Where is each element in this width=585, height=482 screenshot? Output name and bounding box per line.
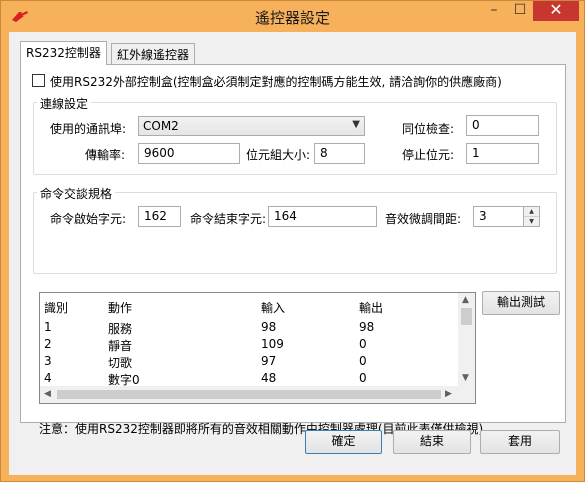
scrollbar-corner [458,386,475,403]
table-cell[interactable]: 97 [261,354,276,368]
spin-down-icon[interactable]: ▼ [524,217,539,227]
table-cell[interactable]: 1 [44,320,52,334]
baud-input[interactable]: 9600 [138,143,240,164]
table-cell[interactable]: 0 [359,354,367,368]
command-table[interactable]: 識別 動作 輸入 輸出 1 服務 98 98 2 靜音 109 0 3 切歌 9… [39,292,476,404]
table-vertical-scrollbar[interactable]: ▲ ▼ [458,293,475,386]
table-cell[interactable]: 98 [261,320,276,334]
databits-label: 位元組大小: [246,148,311,162]
scroll-left-icon[interactable]: ◀ [44,389,51,399]
baud-label: 傳輸率: [85,148,126,162]
external-box-label: 使用RS232外部控制盒(控制盒必須制定對應的控制碼方能生效, 請洽詢你的供應廠… [50,75,502,89]
port-label: 使用的通訊埠: [50,122,127,136]
ok-button[interactable]: 確定 [305,430,382,454]
close-button[interactable]: 結束 [393,430,471,454]
table-cell[interactable]: 2 [44,337,52,351]
delay-spinbox[interactable]: 3 ▲ ▼ [473,206,540,227]
table-cell[interactable]: 109 [261,337,284,351]
vertical-scroll-thumb[interactable] [461,308,472,325]
parity-input[interactable]: 0 [466,115,539,136]
databits-input[interactable]: 8 [314,143,365,164]
table-cell[interactable]: 靜音 [108,337,132,354]
rs232-tab-panel: 使用RS232外部控制盒(控制盒必須制定對應的控制碼方能生效, 請洽詢你的供應廠… [20,64,566,436]
tab-rs232[interactable]: RS232控制器 [20,41,107,65]
column-header-id[interactable]: 識別 [44,299,68,316]
table-cell[interactable]: 48 [261,371,276,385]
table-cell[interactable]: 3 [44,354,52,368]
table-cell[interactable]: 服務 [108,320,132,337]
column-header-input[interactable]: 輸入 [261,299,285,316]
protocol-group-title: 命令交談規格 [37,185,116,202]
external-box-checkbox[interactable] [32,74,45,87]
connection-group-title: 連線設定 [37,95,92,112]
tab-infrared[interactable]: 紅外線遙控器 [111,43,196,64]
start-char-label: 命令啟始字元: [50,212,127,226]
table-cell[interactable]: 0 [359,337,367,351]
delay-spin-buttons[interactable]: ▲ ▼ [523,207,539,226]
protocol-group [33,192,557,274]
column-header-output[interactable]: 輸出 [359,299,383,316]
table-cell[interactable]: 0 [359,371,367,385]
port-select[interactable]: COM2 ▼ [138,116,365,136]
connection-group [33,102,557,175]
table-horizontal-scrollbar[interactable]: ◀ ▶ [40,386,475,403]
table-cell[interactable]: 98 [359,320,374,334]
parity-label: 同位檢查: [402,122,455,136]
dialog-window: 遙控器設定 – ☐ ✕ RS232控制器 紅外線遙控器 使用RS232外部控制盒… [0,0,585,482]
end-char-label: 命令結束字元: [190,212,267,226]
close-window-button[interactable]: ✕ [533,1,579,21]
stopbits-input[interactable]: 1 [466,143,539,164]
minimize-button[interactable]: – [481,1,507,21]
delay-value: 3 [479,209,487,223]
port-select-value: COM2 [143,119,179,133]
chevron-down-icon: ▼ [352,119,360,130]
column-header-action[interactable]: 動作 [108,299,132,316]
table-cell[interactable]: 切歌 [108,354,132,371]
horizontal-scroll-thumb[interactable] [57,390,441,399]
spin-up-icon[interactable]: ▲ [524,207,539,217]
end-char-input[interactable]: 164 [268,206,377,227]
stopbits-label: 停止位元: [402,148,455,162]
apply-button[interactable]: 套用 [480,430,560,454]
table-cell[interactable]: 4 [44,371,52,385]
scroll-right-icon[interactable]: ▶ [445,389,452,399]
delay-label: 音效微調間距: [385,212,462,226]
output-test-button[interactable]: 輸出測試 [482,291,560,315]
scroll-up-icon[interactable]: ▲ [462,295,469,305]
scroll-down-icon[interactable]: ▼ [462,373,469,383]
dialog-client: RS232控制器 紅外線遙控器 使用RS232外部控制盒(控制盒必須制定對應的控… [9,32,576,475]
title-bar[interactable]: 遙控器設定 – ☐ ✕ [1,1,584,31]
start-char-input[interactable]: 162 [138,206,181,227]
maximize-button[interactable]: ☐ [507,1,533,21]
